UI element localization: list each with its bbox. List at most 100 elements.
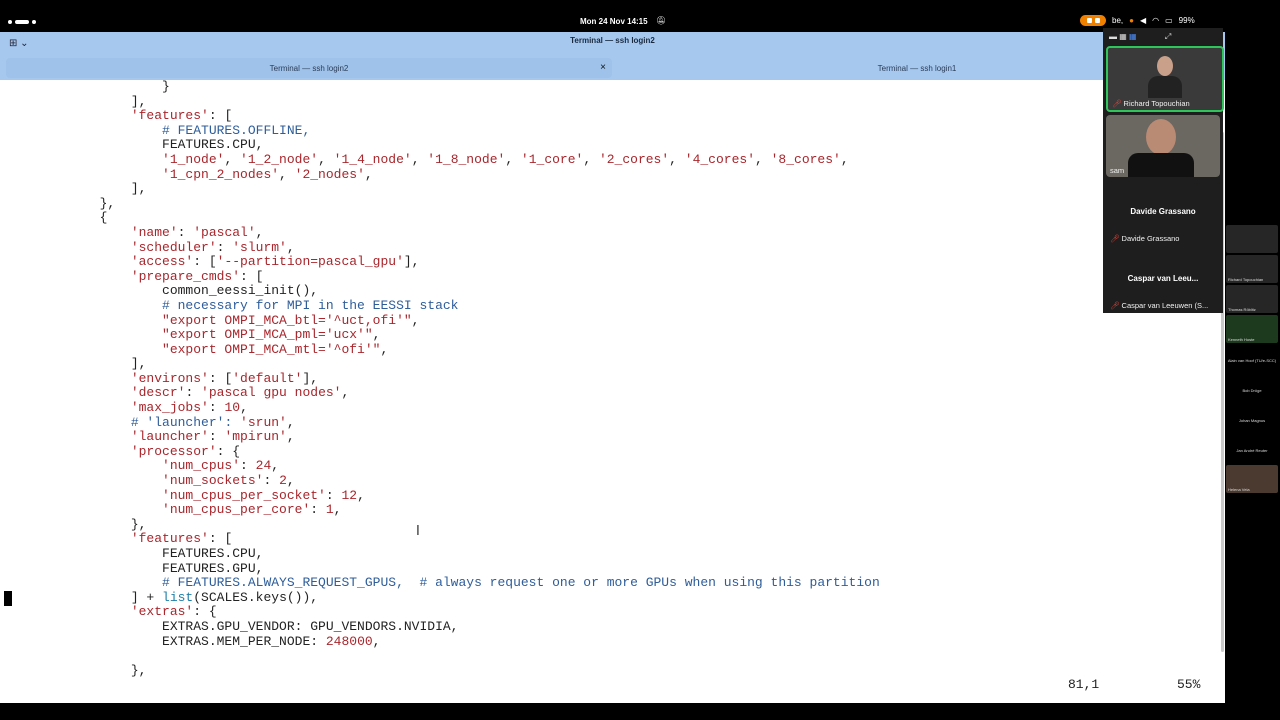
code-line: "export OMPI_MCA_pml='ucx'", <box>6 327 381 343</box>
participant-video-body <box>1128 153 1194 177</box>
title-bar[interactable]: ⊞ ⌄ Terminal — ssh login2 <box>0 32 1225 56</box>
wifi-icon[interactable]: ◠ <box>1152 16 1159 25</box>
code-line: 'prepare_cmds': [ <box>6 268 264 284</box>
terminal-window: ⊞ ⌄ Terminal — ssh login2 Terminal — ssh… <box>0 32 1225 703</box>
code-line: '1_cpn_2_nodes', '2_nodes', <box>6 166 373 182</box>
battery-icon[interactable]: ▭ <box>1165 16 1173 25</box>
gallery-thumb[interactable]: Alain van Hoof (TU/e-SCC) <box>1226 345 1278 373</box>
code-line: # FEATURES.OFFLINE, <box>6 122 311 138</box>
mic-muted-icon: 🎤︎ <box>1112 99 1122 108</box>
gallery-strip: Richard Topouchian Thomas Röblitz Kennet… <box>1226 225 1280 495</box>
notifications-muted-icon[interactable]: 🔕︎ <box>656 16 666 25</box>
code-line: 'features': [ <box>6 108 233 124</box>
participant-name: 🎤︎ Caspar van Leeuwen (S... <box>1110 301 1209 310</box>
code-line: 'num_cpus_per_socket': 12, <box>6 487 365 503</box>
mic-muted-icon: 🎤︎ <box>1110 234 1120 243</box>
window-title: Terminal — ssh login2 <box>570 36 655 45</box>
code-line: 'descr': 'pascal gpu nodes', <box>6 385 350 401</box>
thumb-name: Jan André Reuter <box>1236 448 1268 453</box>
gallery-thumb[interactable]: Jan André Reuter <box>1226 435 1278 463</box>
thumb-name: Kenneth Hoste <box>1228 337 1255 342</box>
code-line: 'access': ['--partition=pascal_gpu'], <box>6 254 420 270</box>
participant-name: 🎤︎ Richard Topouchian <box>1112 99 1190 108</box>
code-line: 'extras': { <box>6 604 217 620</box>
text-cursor-icon: I <box>416 524 420 539</box>
app-switcher-icon[interactable] <box>8 13 39 31</box>
screen-recording-icon[interactable] <box>1080 15 1106 26</box>
code-line: # 'launcher': 'srun', <box>6 414 295 430</box>
gallery-thumb[interactable]: Bob Dröge <box>1226 375 1278 403</box>
status-icons: be, ● ◀ ◠ ▭ 99% <box>1080 15 1195 26</box>
input-source[interactable]: be, <box>1112 16 1123 25</box>
code-line: FEATURES.CPU, <box>6 546 264 561</box>
code-line: }, <box>6 195 116 211</box>
code-line: ], <box>6 181 147 197</box>
participant-display-name: Caspar van Leeu... <box>1127 274 1199 283</box>
gallery-thumb[interactable]: Johan Magnus <box>1226 405 1278 433</box>
code-line: 'num_cpus': 24, <box>6 458 280 474</box>
expand-icon[interactable]: ⤢ <box>1165 32 1171 41</box>
code-line: "export OMPI_MCA_mtl='^ofi'", <box>6 341 389 357</box>
microphone-icon[interactable]: ● <box>1129 16 1134 25</box>
tab-label: Terminal — ssh login1 <box>877 63 957 73</box>
code-line: 'scheduler': 'slurm', <box>6 239 295 255</box>
code-line: 'num_sockets': 2, <box>6 473 295 489</box>
code-line: '1_node', '1_2_node', '1_4_node', '1_8_n… <box>6 151 849 167</box>
participant-tile[interactable]: Caspar van Leeu... 🎤︎ Caspar van Leeuwen … <box>1106 250 1220 312</box>
thumb-name: Richard Topouchian <box>1228 277 1264 282</box>
code-line: FEATURES.GPU, <box>6 560 264 576</box>
participant-video <box>1157 56 1173 76</box>
block-cursor <box>4 591 12 606</box>
code-line: # necessary for MPI in the EESSI stack <box>6 297 459 313</box>
gallery-thumb[interactable]: Helena Vela <box>1226 465 1278 493</box>
participant-video-body <box>1148 76 1182 98</box>
participant-tile[interactable]: sam <box>1106 115 1220 177</box>
code-line: # FEATURES.ALWAYS_REQUEST_GPUS, # always… <box>6 575 880 591</box>
volume-icon[interactable]: ◀ <box>1140 16 1146 25</box>
code-line: 'launcher': 'mpirun', <box>6 429 295 445</box>
close-tab-icon[interactable]: × <box>600 62 606 73</box>
code-line: EXTRAS.GPU_VENDOR: GPU_VENDORS.NVIDIA, <box>6 618 459 634</box>
tab-label: Terminal — ssh login2 <box>269 63 349 73</box>
thumb-name: Helena Vela <box>1228 487 1250 492</box>
code-line: { <box>6 210 108 226</box>
gallery-thumb[interactable]: Richard Topouchian <box>1226 255 1278 283</box>
code-line: } <box>6 80 170 94</box>
participant-name: 🎤︎ Davide Grassano <box>1110 234 1180 243</box>
gallery-thumb[interactable]: Thomas Röblitz <box>1226 285 1278 313</box>
participant-tile[interactable]: Davide Grassano 🎤︎ Davide Grassano <box>1106 183 1220 245</box>
call-toolbar: ▬ ▦ ▦ ⤢ <box>1109 32 1171 42</box>
editor-buffer[interactable]: } ], 'features': [ # FEATURES.OFFLINE, F… <box>0 80 1222 702</box>
video-call-panel: ▬ ▦ ▦ ⤢ 🎤︎ Richard Topouchian sam Davide … <box>1103 28 1224 313</box>
code-line: }, <box>6 662 147 678</box>
code-line: EXTRAS.MEM_PER_NODE: 248000, <box>6 633 381 649</box>
menubar-clock[interactable]: Mon 24 Nov 14:15 <box>580 17 648 26</box>
gallery-thumb[interactable] <box>1226 225 1278 253</box>
participant-tile[interactable]: 🎤︎ Richard Topouchian <box>1106 46 1224 112</box>
code-line: ], <box>6 356 147 372</box>
thumb-name: Alain van Hoof (TU/e-SCC) <box>1227 358 1277 363</box>
code-line: 'name': 'pascal', <box>6 224 264 240</box>
thumb-name: Bob Dröge <box>1242 388 1262 393</box>
participant-name: sam <box>1110 166 1125 175</box>
battery-percent: 99% <box>1178 16 1195 25</box>
participant-display-name: Davide Grassano <box>1130 207 1196 216</box>
code-line: 'num_cpus_per_core': 1, <box>6 502 342 518</box>
code-line: 'features': [ <box>6 531 233 547</box>
gallery-thumb[interactable]: Kenneth Hoste <box>1226 315 1278 343</box>
thumb-name: Johan Magnus <box>1238 418 1266 423</box>
code-line: ], <box>6 93 147 109</box>
code-line: FEATURES.CPU, <box>6 137 264 153</box>
menu-bar: Mon 24 Nov 14:15 🔕︎ be, ● ◀ ◠ ▭ 99% <box>0 0 1280 32</box>
code-line: }, <box>6 516 147 532</box>
code-line: 'max_jobs': 10, <box>6 400 248 416</box>
minimize-icon[interactable]: ▬ <box>1109 32 1117 41</box>
code-line: 'processor': { <box>6 443 241 459</box>
code-line: 'environs': ['default'], <box>6 370 319 386</box>
tab-ssh-login2[interactable]: Terminal — ssh login2 × <box>6 58 612 78</box>
tab-bar: Terminal — ssh login2 × Terminal — ssh l… <box>0 56 1225 80</box>
layout-icon[interactable]: ▦ <box>1119 32 1127 41</box>
mic-muted-icon: 🎤︎ <box>1110 301 1120 310</box>
grid-view-icon[interactable]: ▦ <box>1129 32 1137 41</box>
